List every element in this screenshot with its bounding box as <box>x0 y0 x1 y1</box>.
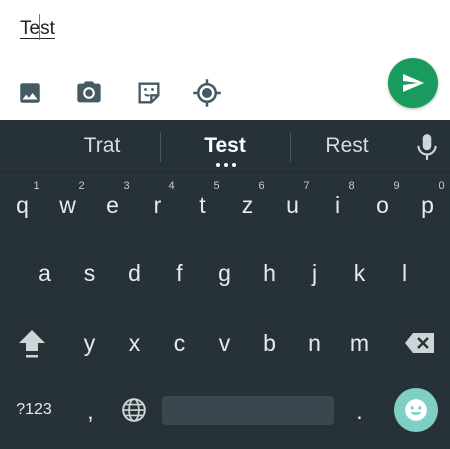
send-button[interactable] <box>388 58 438 108</box>
key-j[interactable]: j <box>292 247 337 299</box>
comma-key[interactable]: , <box>68 385 113 437</box>
key-y[interactable]: y <box>67 317 112 369</box>
key-w[interactable]: w <box>45 179 90 231</box>
key-q[interactable]: q <box>0 179 45 231</box>
key-v[interactable]: v <box>202 317 247 369</box>
space-key[interactable] <box>162 396 334 425</box>
symbols-key[interactable]: ?123 <box>8 390 60 430</box>
shift-icon <box>19 330 45 358</box>
key-p[interactable]: p <box>405 179 450 231</box>
key-i[interactable]: i <box>315 179 360 231</box>
period-key[interactable]: . <box>337 385 382 437</box>
key-l[interactable]: l <box>382 247 427 299</box>
key-o[interactable]: o <box>360 179 405 231</box>
key-c[interactable]: c <box>157 317 202 369</box>
key-n[interactable]: n <box>292 317 337 369</box>
backspace-key[interactable] <box>398 317 442 369</box>
compose-area: Test <box>0 0 450 120</box>
camera-icon[interactable] <box>74 78 104 108</box>
more-suggestions-dots <box>214 163 238 167</box>
key-b[interactable]: b <box>247 317 292 369</box>
suggestion-separator <box>0 172 450 173</box>
key-a[interactable]: a <box>22 247 67 299</box>
key-r[interactable]: r <box>135 179 180 231</box>
key-e[interactable]: e <box>90 179 135 231</box>
shift-key[interactable] <box>10 317 54 369</box>
key-k[interactable]: k <box>337 247 382 299</box>
key-x[interactable]: x <box>112 317 157 369</box>
suggestion-left[interactable]: Trat <box>52 120 152 172</box>
sticker-icon[interactable] <box>134 78 164 108</box>
key-u[interactable]: u <box>270 179 315 231</box>
backspace-icon <box>405 333 434 353</box>
suggestion-bar: Trat Test Rest <box>0 120 450 172</box>
key-s[interactable]: s <box>67 247 112 299</box>
key-t[interactable]: t <box>180 179 225 231</box>
message-input[interactable]: Test <box>20 18 55 40</box>
emoji-icon <box>405 399 427 421</box>
key-z[interactable]: z <box>225 179 270 231</box>
key-g[interactable]: g <box>202 247 247 299</box>
suggestion-divider <box>160 132 161 162</box>
suggestion-divider <box>290 132 291 162</box>
keyboard: Trat Test Rest 1 2 3 4 5 6 7 8 9 0 q w e… <box>0 120 450 449</box>
key-h[interactable]: h <box>247 247 292 299</box>
key-d[interactable]: d <box>112 247 157 299</box>
language-key[interactable] <box>116 392 152 428</box>
globe-icon <box>122 398 146 422</box>
mic-icon[interactable] <box>414 132 440 162</box>
key-f[interactable]: f <box>157 247 202 299</box>
send-icon <box>403 74 424 92</box>
gallery-icon[interactable] <box>15 78 45 108</box>
location-icon[interactable] <box>192 78 222 108</box>
text-cursor <box>39 14 40 40</box>
emoji-key[interactable] <box>394 388 438 432</box>
key-m[interactable]: m <box>337 317 382 369</box>
suggestion-right[interactable]: Rest <box>297 120 397 172</box>
